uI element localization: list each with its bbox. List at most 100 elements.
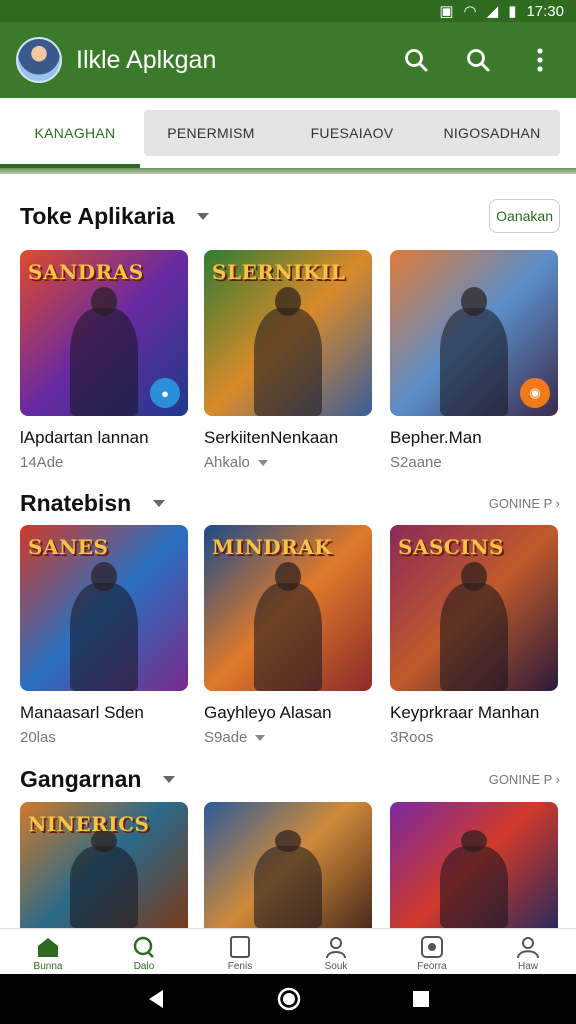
game-logo: SANDRAS (28, 260, 144, 284)
back-icon[interactable] (145, 988, 167, 1010)
search-button[interactable] (396, 40, 436, 80)
nav-item-feorra[interactable]: Feorra (384, 929, 480, 974)
app-subtitle: 20las (20, 729, 188, 746)
nav-item-haw[interactable]: Haw (480, 929, 576, 974)
app-card[interactable]: NINERICS (20, 802, 188, 928)
search-button-2[interactable] (458, 40, 498, 80)
app-thumbnail[interactable]: SANES (20, 525, 188, 691)
nav-label: Dalo (133, 961, 155, 972)
app-subtitle: 14Ade (20, 454, 188, 471)
app-title: Bepher.Man (390, 428, 482, 447)
app-card[interactable]: SANES Manaasarl Sden 20las (20, 525, 188, 746)
section-action-button[interactable]: Oanakan (489, 199, 560, 233)
app-thumbnail[interactable] (204, 802, 372, 928)
game-logo: SANES (28, 535, 109, 559)
face-icon: ◉ (520, 378, 550, 408)
status-time: 17:30 (526, 2, 564, 20)
character-figure (254, 583, 322, 691)
more-options-button[interactable] (520, 40, 560, 80)
game-logo: SLERNIKIL (212, 260, 346, 284)
app-card[interactable]: SANDRAS ● lApdartan lannan 14Ade (20, 250, 188, 471)
app-subtitle: S2aane (390, 454, 558, 471)
home-circle-icon[interactable] (276, 986, 302, 1012)
app-card[interactable]: SASCINS Keyprkraar Manhan 3Roos (390, 525, 558, 746)
app-card[interactable]: MINDRAK Gayhleyo Alasan S9ade (204, 525, 372, 746)
game-logo: SASCINS (398, 535, 504, 559)
chevron-down-icon[interactable] (163, 775, 176, 783)
character-figure (254, 846, 322, 928)
app-card[interactable] (390, 802, 558, 928)
chevron-down-icon[interactable] (153, 499, 166, 507)
app-card[interactable]: ◉ Bepher.Man S2aane (390, 250, 558, 471)
home-icon (38, 938, 58, 957)
app-thumbnail[interactable]: NINERICS (20, 802, 188, 928)
notification-icon: ▣ (439, 3, 454, 20)
square-icon (230, 936, 250, 958)
app-subtitle-text: 3Roos (390, 729, 434, 746)
app-title: Ilkle Aplkgan (76, 45, 217, 74)
app-subtitle: S9ade (204, 729, 372, 746)
app-thumbnail[interactable]: SLERNIKIL (204, 250, 372, 416)
avatar[interactable] (16, 37, 62, 83)
nav-label: Bunna (33, 961, 63, 972)
nav-label: Fenis (227, 961, 253, 972)
app-title: SerkiitenNenkaan (204, 428, 339, 447)
app-thumbnail[interactable]: ◉ (390, 250, 558, 416)
account-icon (517, 937, 539, 959)
tab-penermism[interactable]: PENERMISM (150, 110, 272, 156)
nav-label: Feorra (417, 961, 447, 972)
character-figure (254, 308, 322, 416)
game-logo: NINERICS (28, 812, 150, 836)
chevron-down-icon[interactable] (196, 212, 209, 220)
app-bar: Ilkle Aplkgan (0, 22, 576, 98)
app-subtitle-text: S9ade (204, 729, 248, 746)
app-thumbnail[interactable]: SASCINS (390, 525, 558, 691)
character-figure (70, 308, 138, 416)
app-subtitle-text: 20las (20, 729, 56, 746)
bottom-nav: Bunna Dalo Fenis Souk Feorra Haw (0, 928, 576, 974)
nav-item-bunna[interactable]: Bunna (0, 929, 96, 974)
speech-icon: ● (150, 378, 180, 408)
battery-icon: ▮ (508, 3, 517, 20)
section-title: Rnatebisn (20, 489, 132, 516)
person-icon (326, 937, 346, 959)
character-figure (70, 583, 138, 691)
app-thumbnail[interactable]: SANDRAS ● (20, 250, 188, 416)
nav-item-souk[interactable]: Souk (288, 929, 384, 974)
app-title: Gayhleyo Alasan (204, 703, 332, 722)
app-card[interactable]: SLERNIKIL SerkiitenNenkaan Ahkalo (204, 250, 372, 471)
app-subtitle-text: Ahkalo (204, 454, 250, 471)
app-card[interactable] (204, 802, 372, 928)
app-subtitle-text: 14Ade (20, 454, 64, 471)
tab-nigosadhan[interactable]: NIGOSADHAN (422, 110, 562, 156)
tab-divider (0, 168, 576, 174)
recents-icon[interactable] (411, 989, 431, 1009)
character-figure (440, 846, 508, 928)
app-title: Manaasarl Sden (20, 703, 144, 722)
app-thumbnail[interactable] (390, 802, 558, 928)
section-title: Gangarnan (20, 765, 142, 792)
app-thumbnail[interactable]: MINDRAK (204, 525, 372, 691)
section-title: Toke Aplikaria (20, 202, 175, 229)
nav-label: Souk (324, 961, 348, 972)
character-figure (70, 846, 138, 928)
nav-item-dalo[interactable]: Dalo (96, 929, 192, 974)
search-icon (133, 936, 154, 958)
app-title: lApdartan lannan (20, 428, 149, 447)
section-header: Toke Aplikaria Oanakan (20, 196, 560, 236)
search-icon (467, 49, 490, 72)
wifi-icon: ◠ (463, 3, 477, 20)
section-more-link[interactable]: GONINE P › (489, 772, 560, 787)
tab-fuesaiaov[interactable]: FUESAIAOV (282, 110, 422, 156)
chevron-down-icon[interactable] (255, 734, 266, 741)
nav-item-fenis[interactable]: Fenis (192, 929, 288, 974)
app-title: Keyprkraar Manhan (390, 703, 540, 722)
character-figure (440, 308, 508, 416)
chevron-down-icon[interactable] (257, 459, 268, 466)
character-figure (440, 583, 508, 691)
tab-indicator (0, 164, 140, 168)
app-subtitle: Ahkalo (204, 454, 372, 471)
section-more-link[interactable]: GONINE P › (489, 496, 560, 511)
search-icon (405, 49, 428, 72)
tab-kanaghan[interactable]: KANAGHAN (0, 110, 150, 156)
